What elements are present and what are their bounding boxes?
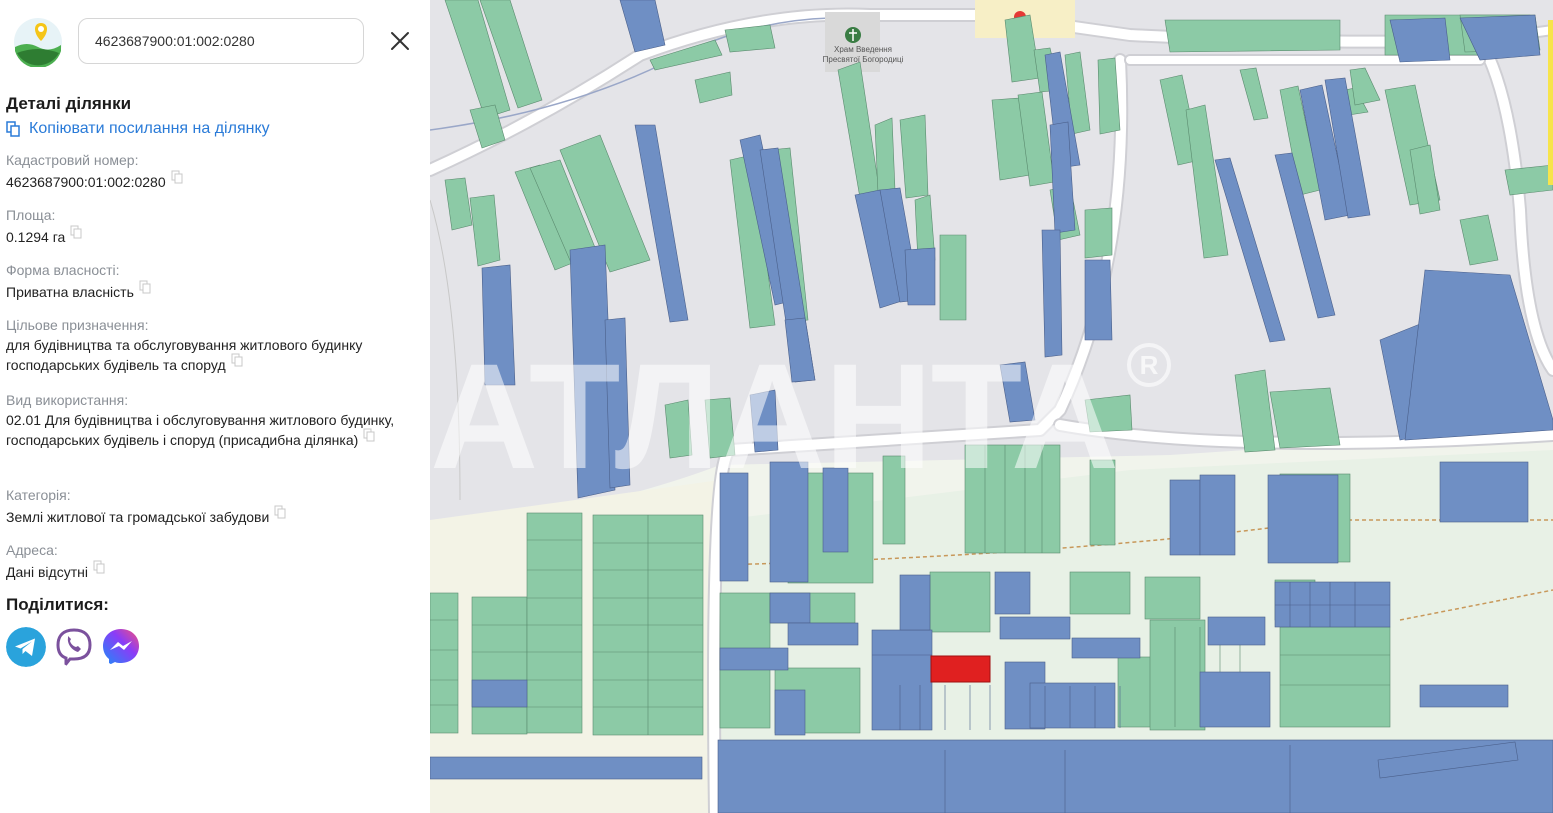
category-value: Землі житлової та громадської забудови (6, 509, 270, 525)
search-input[interactable] (78, 18, 364, 64)
copy-link-label: Копіювати посилання на ділянку (29, 120, 270, 137)
copy-icon[interactable] (93, 560, 105, 574)
copy-link-icon (6, 121, 20, 137)
field-value-category: Землі житлової та громадської забудови (6, 505, 411, 527)
watermark-text: АТЛАНТА (430, 332, 1119, 500)
cadastral-number: 4623687900:01:002:0280 (6, 174, 166, 190)
field-label-ownership: Форма власності: (6, 262, 120, 278)
close-icon[interactable] (388, 29, 412, 53)
field-value-purpose: для будівництва та обслуговування житлов… (6, 335, 411, 375)
field-value-ownership: Приватна власність (6, 280, 411, 302)
field-label-purpose: Цільове призначення: (6, 317, 149, 333)
purpose-value: для будівництва та обслуговування житлов… (6, 337, 363, 373)
usage-value: 02.01 Для будівництва і обслуговування ж… (6, 412, 395, 448)
area-value: 0.1294 га (6, 229, 66, 245)
copy-icon[interactable] (171, 170, 183, 184)
viber-share-button[interactable] (54, 627, 94, 667)
details-title: Деталі ділянки (6, 94, 132, 113)
ownership-value: Приватна власність (6, 284, 134, 300)
cadastral-map[interactable]: Храм Введення Пресвятої Богородиці АТЛАН… (430, 0, 1553, 813)
field-value-cadastral: 4623687900:01:002:0280 (6, 170, 411, 192)
telegram-share-button[interactable] (6, 627, 46, 667)
field-value-address: Дані відсутні (6, 560, 411, 582)
share-title: Поділитися: (6, 595, 109, 614)
address-value: Дані відсутні (6, 564, 88, 580)
messenger-share-button[interactable] (101, 627, 141, 667)
copy-icon[interactable] (274, 505, 286, 519)
field-label-usage: Вид використання: (6, 392, 129, 408)
field-value-usage: 02.01 Для будівництва і обслуговування ж… (6, 410, 411, 450)
registered-mark-icon: R (1127, 343, 1171, 387)
copy-icon[interactable] (231, 353, 243, 367)
field-label-address: Адреса: (6, 542, 58, 558)
selected-parcel[interactable] (930, 655, 991, 683)
copy-icon[interactable] (70, 225, 82, 239)
copy-icon[interactable] (139, 280, 151, 294)
church-label: Храм Введення Пресвятої Богородиці (822, 45, 904, 64)
field-value-area: 0.1294 га (6, 225, 411, 247)
field-label-category: Категорія: (6, 487, 71, 503)
field-label-area: Площа: (6, 207, 56, 223)
copy-icon[interactable] (363, 428, 375, 442)
app-logo-icon[interactable] (13, 17, 63, 67)
field-label-cadastral: Кадастровий номер: (6, 152, 139, 168)
details-panel: Деталі ділянки Копіювати посилання на ді… (0, 0, 430, 813)
copy-link-button[interactable]: Копіювати посилання на ділянку (6, 120, 270, 138)
